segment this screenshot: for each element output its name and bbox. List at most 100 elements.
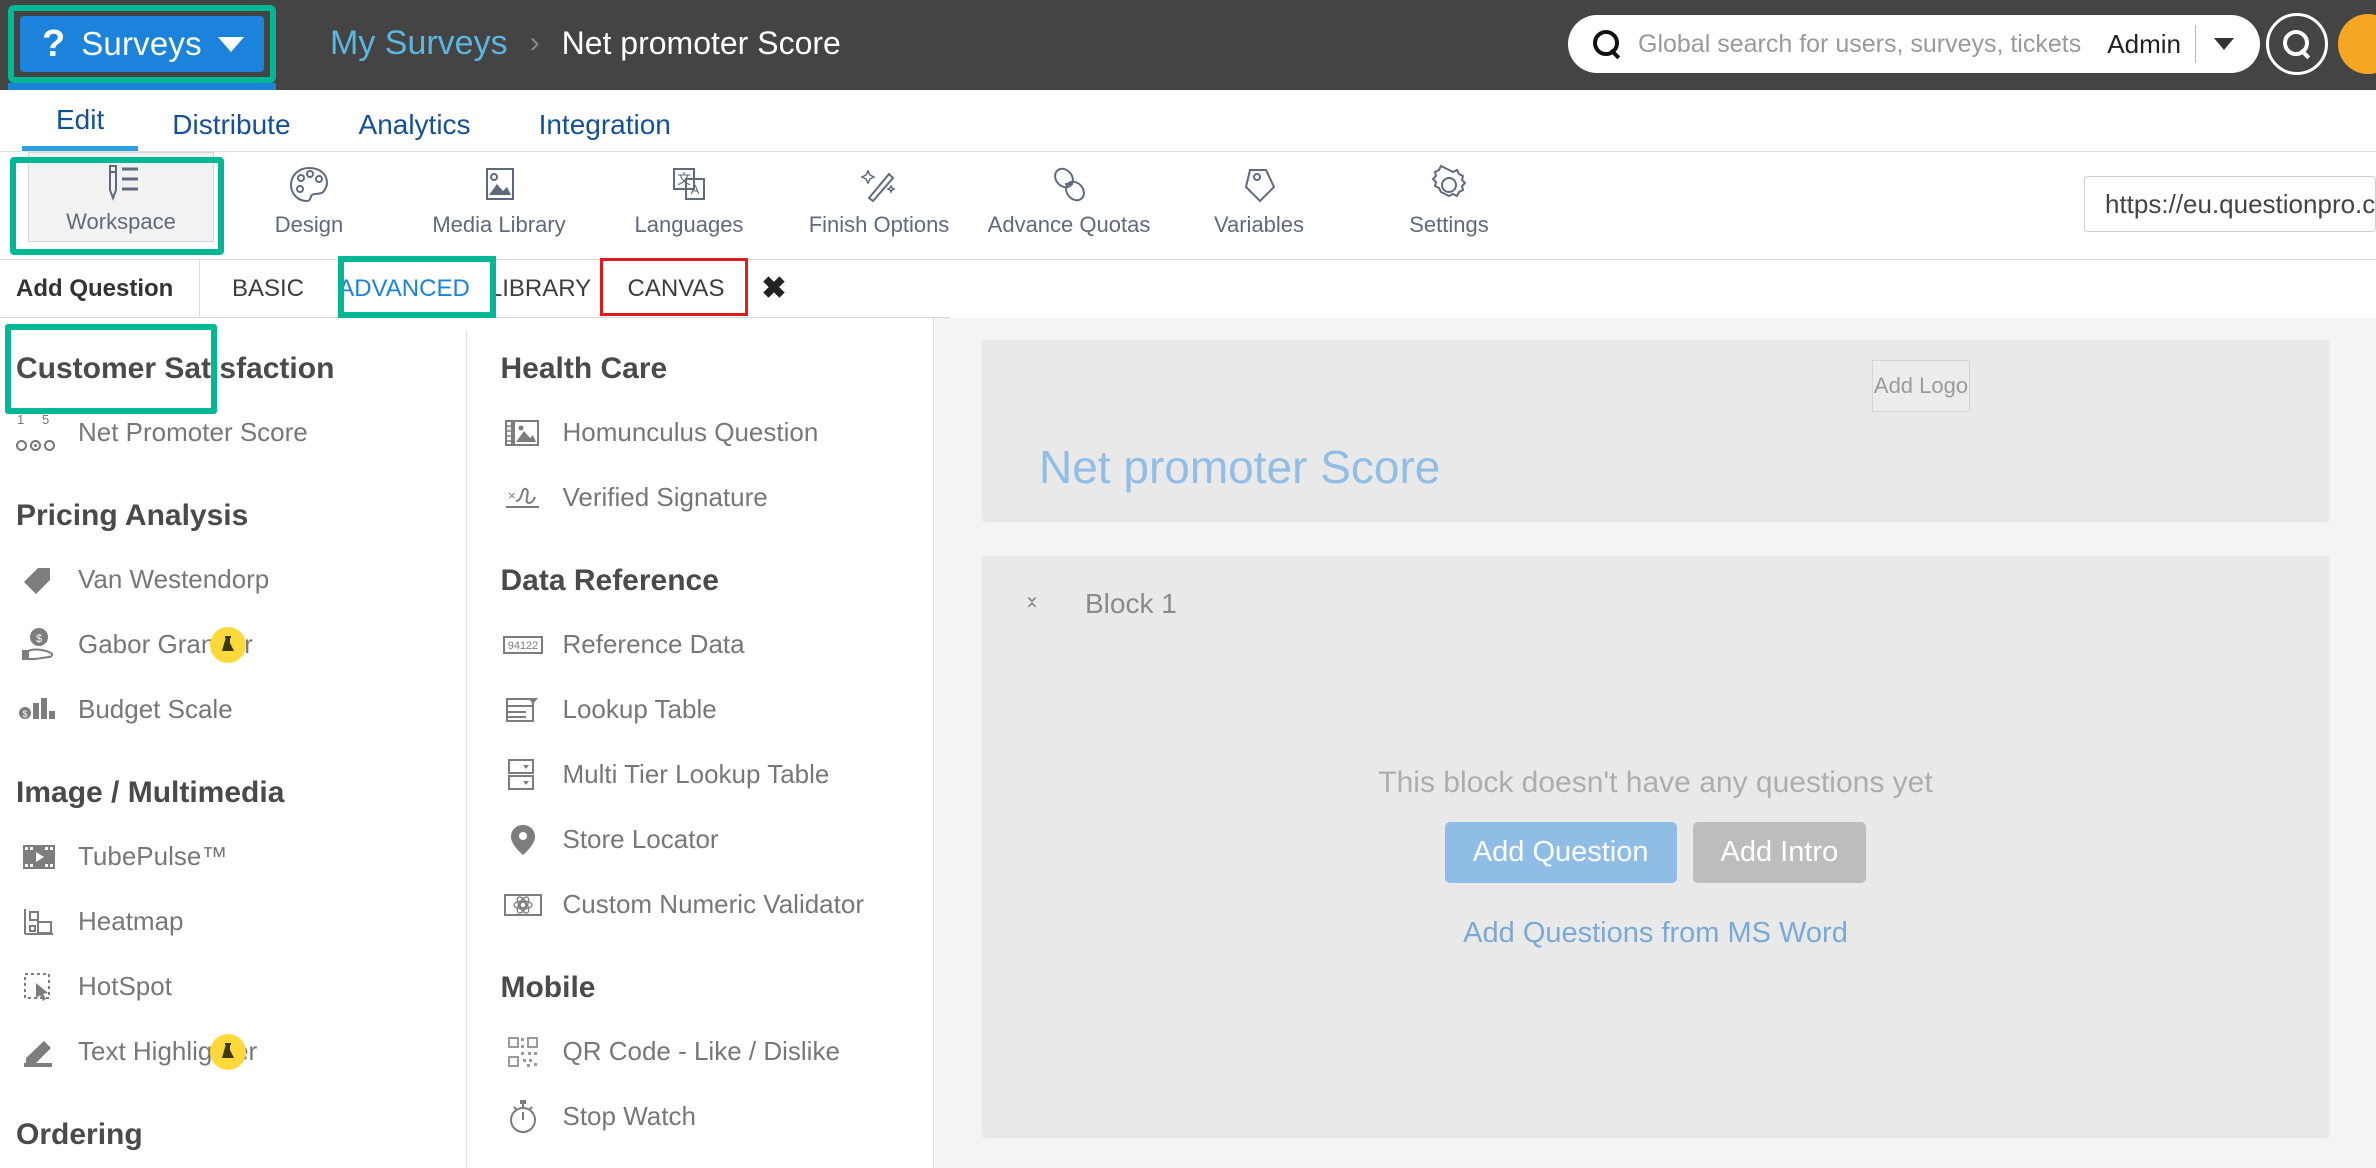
svg-text:$: $	[22, 709, 27, 719]
breadcrumb-my-surveys[interactable]: My Surveys	[330, 24, 508, 63]
nav-tab-distribute[interactable]: Distribute	[138, 109, 324, 151]
price-tag-icon	[16, 558, 62, 602]
toolbar-item-media-library[interactable]: Media Library	[404, 152, 594, 248]
highlighter-icon	[16, 1030, 62, 1074]
zipcode-text: 94122	[508, 640, 539, 652]
toolbar-label-advance-quotas: Advance Quotas	[987, 211, 1151, 237]
chevron-down-icon[interactable]	[217, 36, 244, 52]
section-title-data-reference: Data Reference	[500, 564, 719, 597]
toolbar-item-languages[interactable]: 文 A Languages	[594, 152, 784, 248]
question-type-label: TubePulse™	[78, 841, 228, 871]
question-type-hotspot[interactable]: HotSpot	[10, 954, 466, 1019]
stopwatch-icon	[500, 1095, 546, 1139]
nps-min-label: 1	[17, 411, 25, 427]
toolbar-item-advance-quotas[interactable]: Advance Quotas	[974, 152, 1164, 248]
gear-icon	[1431, 164, 1467, 197]
multi-tier-dropdown-icon	[500, 753, 546, 797]
toolbar-label-design: Design	[274, 211, 344, 237]
survey-block-card: ⌄ ⌃ Block 1 This block doesn't have any q…	[983, 556, 2328, 1136]
breadcrumb: My Surveys › Net promoter Score	[330, 8, 841, 78]
pen-list-icon	[109, 164, 138, 201]
nav-tab-integration[interactable]: Integration	[505, 109, 705, 151]
tab-library[interactable]: LIBRARY	[472, 260, 608, 317]
question-type-label: Lookup Table	[562, 694, 717, 724]
svg-text:A: A	[691, 182, 700, 197]
question-type-qr-code-like-dislike[interactable]: QR Code - Like / Dislike	[494, 1019, 933, 1084]
close-icon[interactable]: ✖	[744, 260, 804, 317]
nav-tab-edit[interactable]: Edit	[22, 104, 139, 151]
toolbar-item-finish-options[interactable]: Finish Options	[784, 152, 974, 248]
add-question-button[interactable]: Add Question	[1444, 822, 1677, 883]
toolbar-label-settings: Settings	[1409, 211, 1489, 237]
film-play-icon	[16, 835, 62, 879]
cursor-select-icon	[16, 965, 62, 1009]
questionpro-logo-icon: ?	[42, 23, 66, 65]
signature-icon: ×	[500, 476, 546, 520]
section-title-customer-satisfaction: Customer Satisfaction	[16, 352, 335, 385]
toolbar-item-variables[interactable]: Variables	[1164, 152, 1354, 248]
toolbar-item-design[interactable]: Design	[214, 152, 404, 248]
editor-toolbar: Workspace Design Media Library 文 A Langu…	[0, 152, 2376, 260]
collapse-toggle-icon[interactable]: ⌄ ⌃	[1015, 584, 1049, 624]
main-nav-tabs: Edit Distribute Analytics Integration	[0, 90, 2376, 152]
question-type-net-promoter-score[interactable]: 1 5 Net Promoter Score	[10, 400, 466, 465]
svg-text:$: $	[36, 633, 42, 645]
question-type-store-locator[interactable]: Store Locator	[494, 807, 933, 872]
beta-flask-badge	[210, 626, 246, 663]
question-type-custom-numeric-validator[interactable]: Custom Numeric Validator	[494, 872, 933, 937]
question-type-budget-scale[interactable]: $ Budget Scale	[10, 677, 466, 742]
question-type-gabor-granger[interactable]: $ Gabor Granger	[10, 612, 466, 677]
flask-icon	[222, 635, 234, 651]
palette-icon	[289, 166, 329, 202]
question-type-label: Heatmap	[78, 906, 184, 936]
question-type-label: Net Promoter Score	[78, 417, 308, 447]
beta-flask-badge	[210, 1033, 246, 1070]
question-type-text-highlighter[interactable]: Text Highlighter	[10, 1019, 466, 1084]
tab-advanced[interactable]: ADVANCED	[336, 260, 472, 317]
question-type-tubepulse[interactable]: TubePulse™	[10, 824, 466, 889]
search-input[interactable]	[1622, 29, 2094, 59]
add-intro-button[interactable]: Add Intro	[1692, 822, 1867, 883]
question-type-homunculus-question[interactable]: Homunculus Question	[494, 400, 933, 465]
question-type-multi-tier-lookup-table[interactable]: Multi Tier Lookup Table	[494, 742, 933, 807]
block-name[interactable]: Block 1	[1085, 588, 1177, 620]
translate-icon: 文 A	[673, 167, 705, 200]
question-type-reference-data[interactable]: 94122 Reference Data	[494, 612, 933, 677]
flask-icon	[222, 1042, 234, 1058]
toolbar-item-settings[interactable]: Settings	[1354, 152, 1544, 248]
image-icon	[486, 167, 514, 200]
add-questions-from-ms-word-link[interactable]: Add Questions from MS Word	[1463, 917, 1848, 950]
brand-label: Surveys	[81, 25, 202, 62]
question-type-lookup-table[interactable]: Lookup Table	[494, 677, 933, 742]
survey-url-field[interactable]: https://eu.questionpro.c	[2084, 176, 2376, 232]
toolbar-label-variables: Variables	[1213, 211, 1305, 237]
question-type-label: Multi Tier Lookup Table	[562, 759, 830, 789]
survey-title[interactable]: Net promoter Score	[1039, 440, 1440, 494]
question-source-tabs: Add Question BASIC ADVANCED LIBRARY CANV…	[0, 260, 950, 318]
surveys-brand-button[interactable]: ? Surveys	[20, 16, 264, 72]
question-type-van-westendorp[interactable]: Van Westendorp	[10, 547, 466, 612]
heatmap-icon	[16, 900, 62, 944]
question-type-verified-signature[interactable]: × Verified Signature	[494, 465, 1057, 530]
lookup-table-icon	[500, 688, 546, 732]
toolbar-label-media-library: Media Library	[432, 211, 566, 237]
tab-basic[interactable]: BASIC	[200, 260, 336, 317]
search-submit-button[interactable]	[2266, 13, 2328, 75]
top-bar: ? Surveys My Surveys › Net promoter Scor…	[0, 0, 2376, 90]
avatar[interactable]	[2338, 14, 2376, 74]
question-type-stop-watch[interactable]: Stop Watch	[494, 1084, 933, 1149]
add-logo-button[interactable]: Add Logo	[1872, 360, 1970, 412]
global-search-bar[interactable]: Admin	[1568, 15, 2260, 73]
tab-canvas[interactable]: CANVAS	[608, 260, 744, 317]
chevron-down-icon-scope[interactable]	[2214, 38, 2234, 50]
nav-tab-analytics[interactable]: Analytics	[325, 109, 505, 151]
nps-scale-icon: 1 5	[16, 411, 62, 455]
section-title-pricing-analysis: Pricing Analysis	[16, 499, 249, 532]
question-type-heatmap[interactable]: Heatmap	[10, 889, 466, 954]
search-scope-label: Admin	[2107, 28, 2181, 59]
chain-link-icon	[1054, 167, 1085, 201]
question-type-label: Homunculus Question	[562, 417, 819, 447]
section-title-health-care: Health Care	[500, 352, 668, 385]
survey-canvas: Add Logo Net promoter Score ⌄ ⌃ Block 1 T…	[935, 318, 2376, 1168]
toolbar-item-workspace[interactable]: Workspace	[28, 152, 214, 242]
